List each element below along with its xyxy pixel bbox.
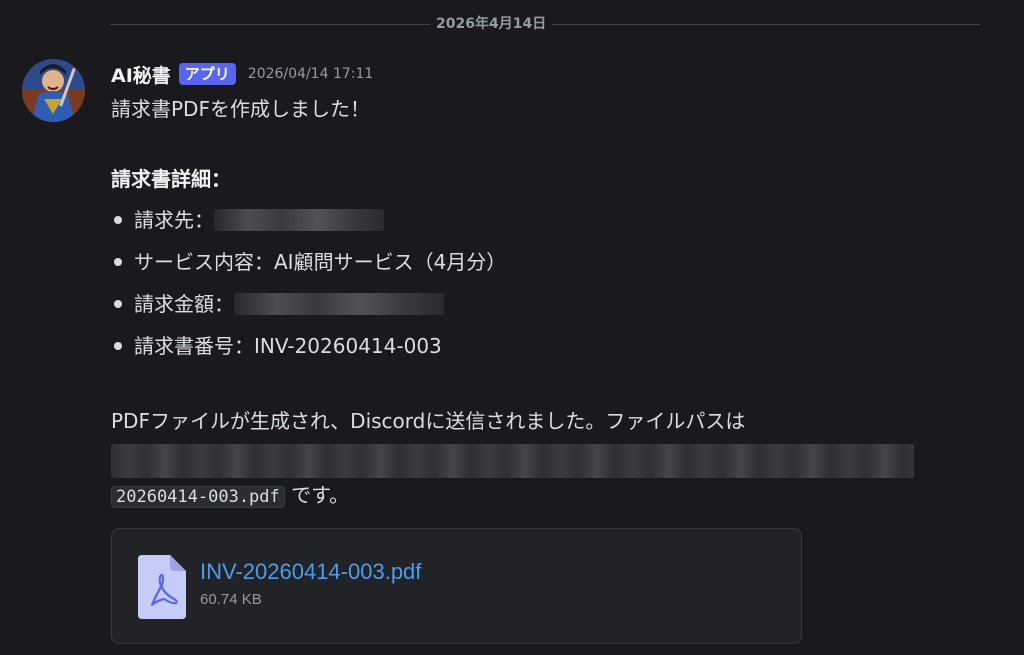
avatar[interactable] — [22, 59, 85, 122]
avatar-image — [22, 59, 85, 122]
chat-view: 2026年4月14日 AI秘書 アプリ 2026/04/14 17:11 請求書… — [0, 0, 1024, 655]
message-intro: 請求書PDFを作成しました！ — [111, 97, 370, 121]
bullet-billing-to: 請求先： — [111, 206, 384, 234]
pdf-file-icon — [138, 555, 186, 619]
file-attachment[interactable]: INV-20260414-003.pdf 60.74 KB — [111, 528, 802, 644]
redacted-text — [214, 209, 384, 231]
message-header: AI秘書 アプリ 2026/04/14 17:11 — [111, 60, 373, 88]
app-badge: アプリ — [178, 63, 236, 85]
bullet-amount: 請求金額： — [111, 290, 444, 318]
details-heading: 請求書詳細： — [111, 167, 231, 191]
redacted-file-path — [111, 444, 914, 478]
bullet-invoice-number: 請求書番号：INV-20260414-003 — [111, 332, 442, 360]
date-divider-label: 2026年4月14日 — [430, 14, 553, 34]
file-sentence: PDFファイルが生成され、Discordに送信されました。ファイルパスは — [111, 409, 746, 433]
file-path-suffix: です。 — [284, 483, 350, 507]
redacted-text — [234, 293, 444, 315]
bullet-dot — [114, 342, 122, 350]
bullet-label: 請求先： — [134, 208, 214, 232]
file-path-line: 20260414-003.pdf です。 — [111, 481, 349, 511]
bullet-label: サービス内容：AI顧問サービス（4月分） — [134, 250, 507, 274]
file-path-code: 20260414-003.pdf — [111, 486, 285, 508]
bullet-label: 請求書番号：INV-20260414-003 — [134, 334, 442, 358]
bullet-dot — [114, 258, 122, 266]
bullet-dot — [114, 216, 122, 224]
attachment-file-size: 60.74 KB — [200, 591, 262, 608]
author-name[interactable]: AI秘書 — [111, 61, 171, 88]
bullet-label: 請求金額： — [134, 292, 234, 316]
bullet-service: サービス内容：AI顧問サービス（4月分） — [111, 248, 506, 276]
message-timestamp: 2026/04/14 17:11 — [247, 66, 374, 82]
attachment-file-name[interactable]: INV-20260414-003.pdf — [200, 559, 421, 585]
bullet-dot — [114, 300, 122, 308]
